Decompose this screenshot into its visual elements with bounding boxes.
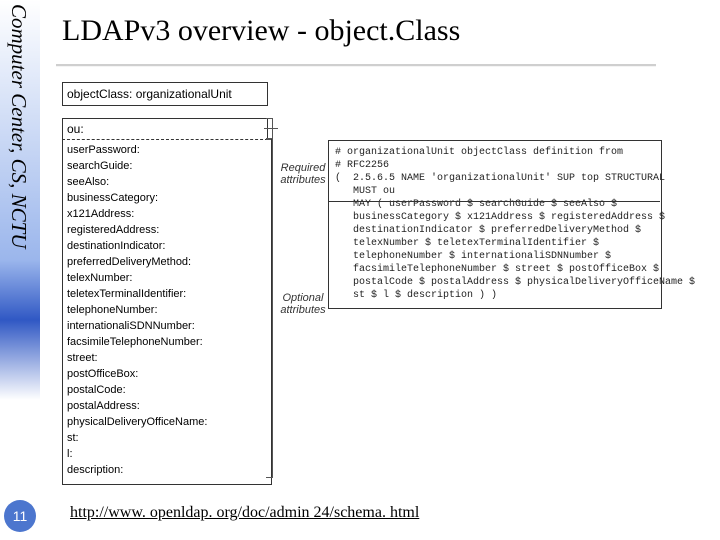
attribute-item: telephoneNumber: bbox=[67, 302, 267, 318]
brace-required bbox=[266, 118, 273, 140]
label-required: Requiredattributes bbox=[278, 162, 328, 186]
attribute-item: destinationIndicator: bbox=[67, 238, 267, 254]
org-name-vertical: Computer Center, CS, NCTU bbox=[6, 4, 31, 248]
attribute-item: seeAlso: bbox=[67, 174, 267, 190]
brace-optional bbox=[266, 138, 273, 478]
attribute-item: facsimileTelephoneNumber: bbox=[67, 334, 267, 350]
required-attribute-text: ou: bbox=[67, 122, 84, 136]
schema-code-cutline bbox=[328, 201, 660, 202]
objectclass-header-box: objectClass: organizationalUnit bbox=[62, 82, 268, 106]
attribute-item: userPassword: bbox=[67, 142, 267, 158]
required-attribute-box: ou: bbox=[62, 118, 268, 140]
attribute-item: internationaliSDNNumber: bbox=[67, 318, 267, 334]
attribute-item: telexNumber: bbox=[67, 270, 267, 286]
attribute-item: businessCategory: bbox=[67, 190, 267, 206]
attribute-item: postalAddress: bbox=[67, 398, 267, 414]
attribute-item: postOfficeBox: bbox=[67, 366, 267, 382]
attribute-item: preferredDeliveryMethod: bbox=[67, 254, 267, 270]
attribute-item: teletexTerminalIdentifier: bbox=[67, 286, 267, 302]
attribute-item: x121Address: bbox=[67, 206, 267, 222]
page-title: LDAPv3 overview - object.Class bbox=[62, 14, 460, 48]
attribute-item: description: bbox=[67, 462, 267, 478]
attribute-item: street: bbox=[67, 350, 267, 366]
title-divider bbox=[56, 64, 656, 66]
attribute-item: physicalDeliveryOfficeName: bbox=[67, 414, 267, 430]
objectclass-header-text: objectClass: organizationalUnit bbox=[67, 87, 232, 101]
footer-url: http://www. openldap. org/doc/admin 24/s… bbox=[70, 504, 419, 522]
label-optional: Optionalattributes bbox=[278, 292, 328, 316]
attribute-item: st: bbox=[67, 430, 267, 446]
diagram: objectClass: organizationalUnit ou: Requ… bbox=[62, 82, 660, 482]
optional-attribute-box: userPassword:searchGuide:seeAlso:busines… bbox=[62, 138, 272, 485]
attribute-item: registeredAddress: bbox=[67, 222, 267, 238]
attribute-item: postalCode: bbox=[67, 382, 267, 398]
attribute-item: l: bbox=[67, 446, 267, 462]
schema-code-box: # organizationalUnit objectClass definit… bbox=[328, 140, 662, 309]
attribute-item: searchGuide: bbox=[67, 158, 267, 174]
page-number: 11 bbox=[4, 500, 36, 532]
